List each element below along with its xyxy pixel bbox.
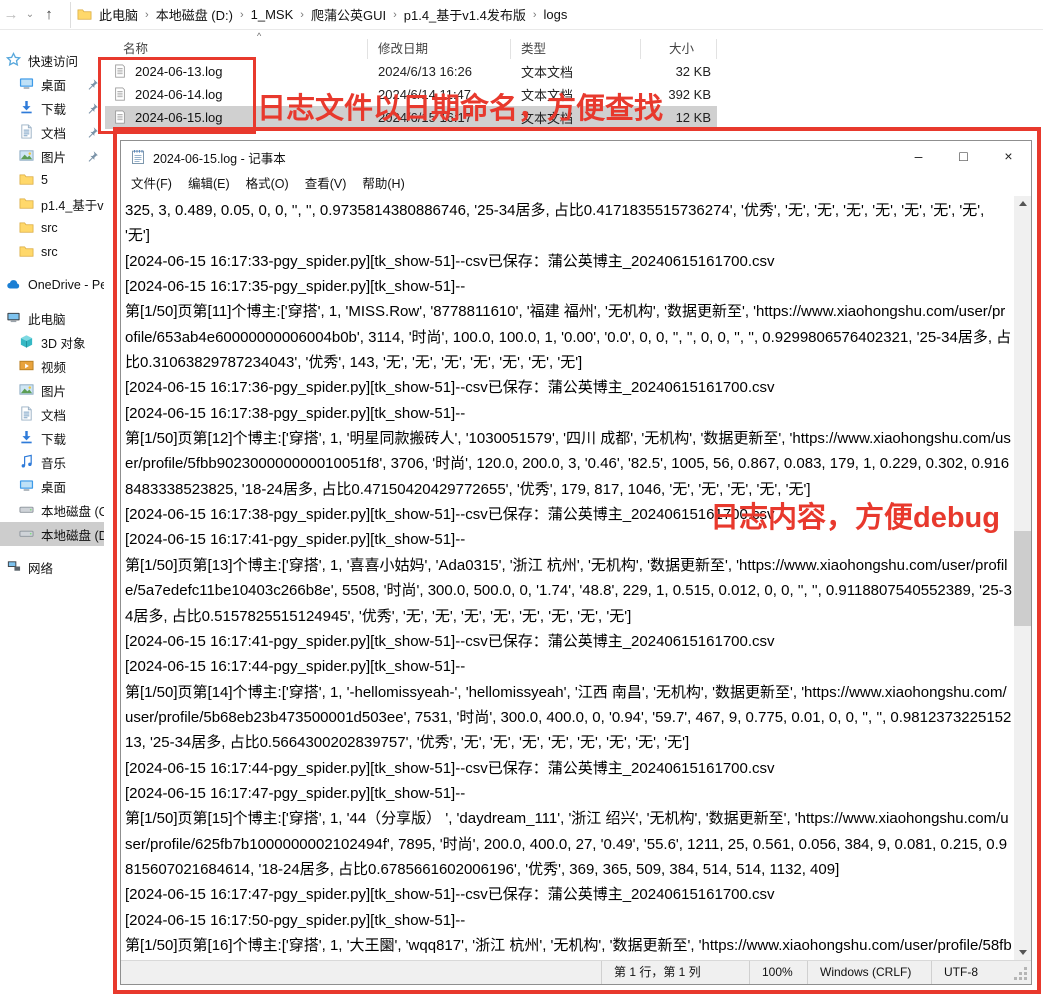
recent-locations-dropdown-icon[interactable]: ⌄ — [22, 0, 38, 29]
file-size: 32 KB — [675, 64, 711, 79]
picture-icon — [19, 148, 35, 164]
sidebar-item--[interactable]: 文档 — [0, 402, 104, 426]
sidebar-item-label: 音乐 — [41, 456, 67, 471]
annotation-log-content-note: 日志内容，方便debug — [710, 502, 1000, 534]
drive-icon — [19, 526, 35, 542]
desktop-icon — [19, 478, 35, 494]
sidebar-item-label: 本地磁盘 (D:) — [41, 528, 104, 543]
sidebar-item--[interactable]: 桌面 — [0, 72, 104, 96]
annotation-box-notepad — [113, 127, 1041, 994]
sidebar-item-3d-[interactable]: 3D 对象 — [0, 330, 104, 354]
breadcrumb-item[interactable]: 爬蒲公英GUI — [307, 5, 390, 24]
folder-icon — [19, 196, 35, 212]
star-icon — [6, 52, 22, 68]
sidebar-item--[interactable]: 图片 — [0, 144, 104, 168]
sidebar-item-label: p1.4_基于v1.4 — [41, 198, 104, 213]
sidebar-item-label: src — [41, 245, 58, 259]
breadcrumb-item[interactable]: 1_MSK — [247, 7, 298, 22]
sidebar-item-label: 下载 — [41, 102, 67, 117]
sidebar-item-label: 本地磁盘 (C:) — [41, 504, 104, 519]
folder-icon — [19, 172, 35, 188]
document-icon — [19, 124, 35, 140]
sidebar-item--[interactable]: 下载 — [0, 96, 104, 120]
folder-icon — [19, 220, 35, 236]
breadcrumb-separator-icon: › — [239, 8, 244, 21]
sidebar-item-label: 桌面 — [41, 480, 67, 495]
breadcrumb-item[interactable]: 此电脑 — [95, 5, 142, 24]
sidebar-item--[interactable]: 桌面 — [0, 474, 104, 498]
download-icon — [19, 100, 35, 116]
sidebar-item-label: 快速访问 — [28, 54, 79, 69]
sidebar-item-label: 网络 — [28, 561, 54, 576]
explorer-toolbar: → ⌄ ↑ 此电脑 › 本地磁盘 (D:) › 1_MSK › 爬蒲公英GUI › p1.4_基… — [0, 0, 1043, 30]
annotation-file-naming-note: 日志文件以日期命名，方便查找 — [257, 93, 664, 125]
sidebar-item-label: 下载 — [41, 432, 67, 447]
sidebar-item--[interactable]: 音乐 — [0, 450, 104, 474]
sidebar-item--[interactable]: 文档 — [0, 120, 104, 144]
sidebar-item--d-[interactable]: 本地磁盘 (D:) — [0, 522, 104, 546]
folder-icon — [77, 7, 93, 23]
music-icon — [19, 454, 35, 470]
picture-icon — [19, 382, 35, 398]
address-bar[interactable]: 此电脑 › 本地磁盘 (D:) › 1_MSK › 爬蒲公英GUI › p1.4_基于v1.4发… — [70, 1, 1043, 28]
sidebar-item-src[interactable]: src — [0, 216, 104, 240]
sidebar-item-label: 此电脑 — [28, 312, 66, 327]
up-button[interactable]: ↑ — [38, 0, 60, 29]
column-header-type[interactable]: 类型 — [511, 39, 641, 59]
sidebar-item--c-[interactable]: 本地磁盘 (C:) — [0, 498, 104, 522]
sidebar-item-label: 图片 — [41, 384, 67, 399]
pin-icon — [86, 150, 99, 163]
forward-button[interactable]: → — [0, 0, 22, 29]
sidebar-item--[interactable]: 快速访问 — [0, 48, 104, 72]
breadcrumb-separator-icon: › — [300, 8, 304, 21]
download-icon — [19, 430, 35, 446]
breadcrumb-separator-icon: › — [145, 8, 149, 21]
file-modified: 2024/6/13 16:26 — [378, 64, 472, 79]
sidebar-item-5[interactable]: 5 — [0, 168, 104, 192]
drive-icon — [19, 502, 35, 518]
sidebar-item-label: 3D 对象 — [41, 336, 86, 351]
breadcrumb: 此电脑 › 本地磁盘 (D:) › 1_MSK › 爬蒲公英GUI › p1.4_基于v1.4发… — [95, 5, 571, 24]
folder-icon — [19, 244, 35, 260]
sidebar-item-label: 5 — [41, 173, 48, 187]
column-header-name[interactable]: 名称 — [105, 39, 368, 59]
annotation-box-log-files — [98, 57, 256, 134]
desktop-icon — [19, 76, 35, 92]
column-header-modified[interactable]: 修改日期 — [368, 39, 511, 59]
sidebar-item-p1-4_-v1-4[interactable]: p1.4_基于v1.4 — [0, 192, 104, 216]
sidebar-item-label: src — [41, 221, 58, 235]
explorer-sidebar: 快速访问桌面下载文档图片5p1.4_基于v1.4srcsrcOneDrive -… — [0, 30, 104, 994]
computer-icon — [6, 310, 22, 326]
sidebar-item-label: 视频 — [41, 360, 67, 375]
cloud-icon — [6, 277, 22, 293]
sidebar-item-label: 桌面 — [41, 78, 67, 93]
breadcrumb-item[interactable]: logs — [540, 7, 572, 22]
sidebar-item--[interactable]: 网络 — [0, 555, 104, 579]
sidebar-item-label: 文档 — [41, 408, 67, 423]
breadcrumb-item[interactable]: p1.4_基于v1.4发布版 — [400, 5, 530, 24]
sidebar-item--[interactable]: 下载 — [0, 426, 104, 450]
sidebar-item-src[interactable]: src — [0, 240, 104, 264]
sidebar-item-onedrive-pe[interactable]: OneDrive - Pe — [0, 273, 104, 297]
screen: → ⌄ ↑ 此电脑 › 本地磁盘 (D:) › 1_MSK › 爬蒲公英GUI › p1.4_基… — [0, 0, 1043, 994]
sort-ascending-icon: ^ — [257, 31, 262, 41]
column-header-size[interactable]: 大小 — [641, 39, 717, 59]
sidebar-item--[interactable]: 此电脑 — [0, 306, 104, 330]
sidebar-item-label: OneDrive - Pe — [28, 278, 104, 292]
sidebar-item--[interactable]: 视频 — [0, 354, 104, 378]
sidebar-item-label: 图片 — [41, 150, 67, 165]
document-icon — [19, 406, 35, 422]
breadcrumb-separator-icon: › — [532, 8, 537, 21]
sidebar-item-label: 文档 — [41, 126, 67, 141]
box3d-icon — [19, 334, 35, 350]
breadcrumb-separator-icon: › — [393, 8, 397, 21]
network-icon — [6, 559, 22, 575]
file-type: 文本文档 — [521, 65, 574, 80]
breadcrumb-item[interactable]: 本地磁盘 (D:) — [152, 5, 237, 24]
sidebar-item--[interactable]: 图片 — [0, 378, 104, 402]
video-icon — [19, 358, 35, 374]
